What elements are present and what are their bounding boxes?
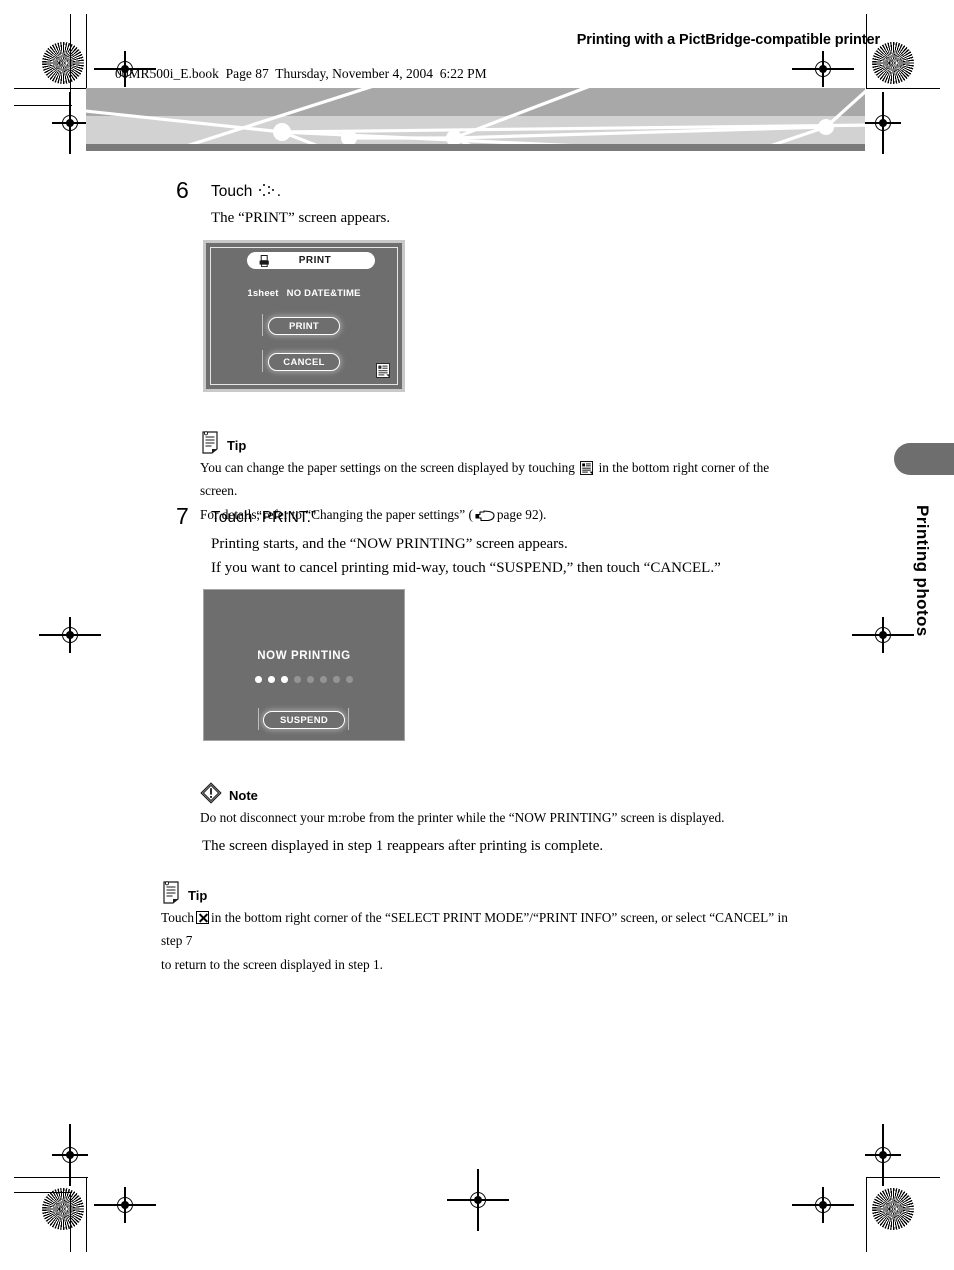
step-6-head-suffix: . [276, 183, 281, 200]
crop-mark-top-left-h2 [14, 105, 72, 107]
progress-dot [346, 676, 353, 683]
tip-note-icon [202, 431, 218, 454]
note-1-label: Note [229, 788, 258, 803]
x-box-icon [196, 911, 210, 924]
step-7-body-line-2: If you want to cancel printing mid-way, … [211, 559, 721, 576]
print-screen-print-button-label: PRINT [289, 320, 319, 332]
now-printing-screen-figure: NOW PRINTING SUSPEND [203, 589, 405, 741]
tip-2-line2: to return to the screen displayed in ste… [161, 956, 383, 972]
registration-mark-bottom-right [792, 1187, 854, 1223]
cancel-button-tick [262, 350, 264, 372]
registration-mark-left-lower [52, 1124, 88, 1186]
suspend-button-tick [258, 708, 260, 730]
crop-mark-bottom-right-v [866, 1177, 868, 1252]
step-7: 7 Touch “PRINT.” Printing starts, and th… [176, 503, 796, 580]
banner-network-graphic [86, 88, 865, 151]
crop-mark-top-right-h [866, 88, 940, 90]
step-6-number: 6 [176, 177, 189, 203]
print-screen-print-button[interactable]: PRINT [268, 317, 340, 335]
tip-1-header: Tip [200, 428, 790, 454]
printer-icon [259, 255, 269, 267]
crop-mark-top-right-v [866, 14, 868, 89]
print-screen-info-line: 1sheet NO DATE&TIME [211, 288, 397, 299]
book-file-line: 00MR500i_E.book Page 87 Thursday, Novemb… [115, 66, 487, 81]
step-7-body: Printing starts, and the “NOW PRINTING” … [211, 533, 796, 580]
paper-settings-icon[interactable] [376, 363, 390, 378]
crop-mark-top-left-v [86, 14, 88, 89]
crop-mark-bottom-left-v [86, 1177, 88, 1252]
tip-2-header: Tip [161, 878, 811, 904]
star-target-bottom-left [42, 1188, 84, 1230]
registration-mark-bottom-center [447, 1169, 509, 1231]
chapter-tab-marker [894, 443, 954, 475]
banner-bottom-rule [86, 144, 865, 151]
star-target-top-left [42, 42, 84, 84]
tip-2-line1-b: in the bottom right corner of the “SELEC… [161, 910, 788, 949]
print-screen-cancel-button[interactable]: CANCEL [268, 353, 340, 371]
print-button-tick [262, 314, 264, 336]
tip-2-body: Touch in the bottom right corner of the “… [161, 906, 811, 976]
tip-block-2: Tip Touch in the bottom right corner of t… [161, 878, 811, 976]
progress-dot [307, 676, 314, 683]
now-printing-suspend-label: SUSPEND [279, 714, 329, 726]
tip-note-icon [163, 881, 179, 904]
chapter-tab-label: Printing photos [913, 505, 932, 637]
step-6: 6 Touch . The “PRINT” screen appears. [176, 177, 796, 231]
print-screen-title: PRINT [298, 255, 332, 266]
step-6-head-prefix: Touch [211, 183, 253, 200]
registration-mark-left-upper [52, 92, 88, 154]
registration-mark-right-upper [865, 92, 901, 154]
page-header-title: Printing with a PictBridge-compatible pr… [576, 32, 880, 48]
print-screen-sheet-count: 1sheet [247, 288, 279, 299]
crop-mark-bottom-left-v2 [70, 1192, 72, 1252]
print-screen-figure: PRINT 1sheet NO DATE&TIME PRINT CANCEL [203, 240, 405, 392]
paper-settings-icon [580, 461, 594, 475]
step-6-heading: Touch . [211, 182, 796, 201]
print-screen-inner: PRINT 1sheet NO DATE&TIME PRINT CANCEL [210, 247, 398, 385]
crop-mark-top-left-v2 [70, 14, 72, 106]
step-7-body-line-1: Printing starts, and the “NOW PRINTING” … [211, 536, 568, 553]
progress-dot [281, 676, 288, 683]
star-target-top-right [872, 42, 914, 84]
tip-1-line1-a: You can change the paper settings on the… [200, 460, 575, 475]
crop-mark-bottom-left-h2 [14, 1192, 72, 1194]
print-screen-date-mode: NO DATE&TIME [286, 288, 361, 299]
crop-mark-bottom-right-h [866, 1177, 940, 1179]
tip-1-label: Tip [227, 438, 247, 453]
suspend-button-tick-right [348, 708, 350, 730]
step-6-body: The “PRINT” screen appears. [211, 210, 391, 227]
print-screen-cancel-button-label: CANCEL [283, 356, 325, 368]
now-printing-progress-dots [204, 676, 404, 683]
registration-mark-left-middle [39, 617, 101, 653]
warning-diamond-icon [200, 782, 222, 804]
progress-dot [320, 676, 327, 683]
progress-dot [255, 676, 262, 683]
step-7-heading: Touch “PRINT.” [211, 509, 317, 526]
crop-mark-bottom-left-h [14, 1177, 88, 1179]
note-1-header: Note [200, 778, 790, 804]
four-arrow-dots-icon [257, 183, 277, 198]
registration-mark-bottom-left [94, 1187, 156, 1223]
progress-dot [294, 676, 301, 683]
now-printing-title: NOW PRINTING [257, 650, 351, 662]
print-screen-titlebar: PRINT [247, 252, 375, 269]
registration-mark-right-middle [852, 617, 914, 653]
registration-mark-right-lower [865, 1124, 901, 1186]
note-block-1: Note Do not disconnect your m:robe from … [200, 778, 790, 829]
step-completion-note: The screen displayed in step 1 reappears… [202, 838, 604, 854]
progress-dot [333, 676, 340, 683]
tip-2-label: Tip [188, 888, 208, 903]
now-printing-suspend-button[interactable]: SUSPEND [263, 711, 345, 729]
tip-2-line1-a: Touch [161, 910, 195, 925]
step-7-number: 7 [176, 503, 189, 529]
progress-dot [268, 676, 275, 683]
star-target-bottom-right [872, 1188, 914, 1230]
registration-mark-top-right [792, 51, 854, 87]
crop-mark-top-left-h [14, 88, 88, 90]
page-header-banner [86, 88, 865, 151]
note-1-body: Do not disconnect your m:robe from the p… [200, 810, 725, 825]
